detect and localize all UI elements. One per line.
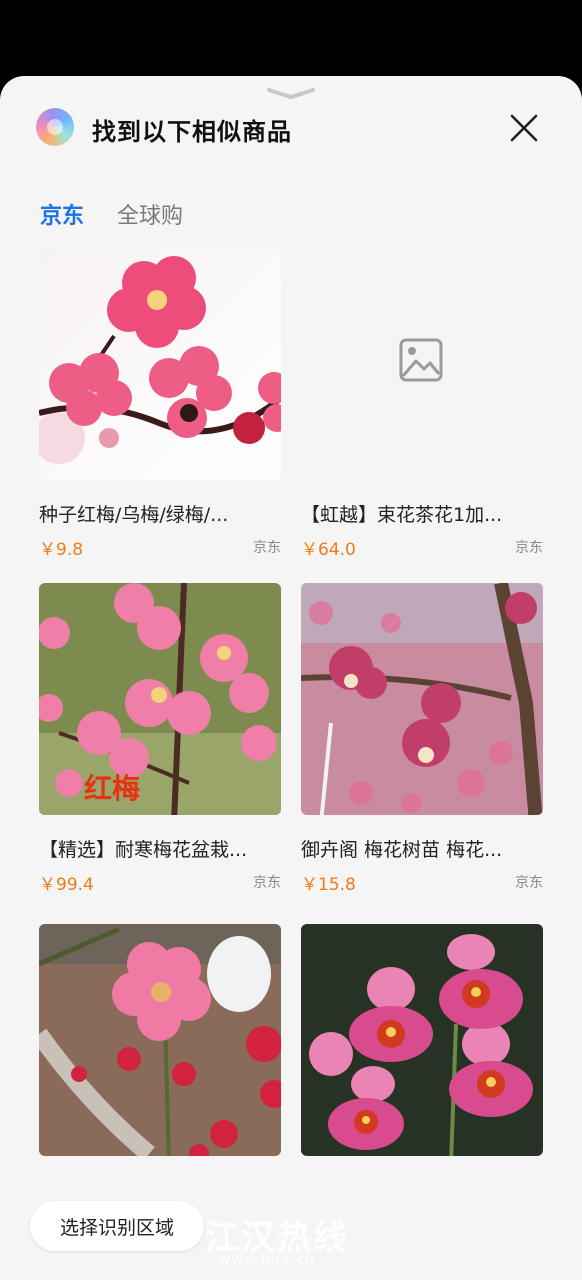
select-region-label: 选择识别区域 [59, 1217, 174, 1239]
product-image[interactable] [301, 248, 543, 480]
product-price: ￥64.0 [301, 540, 356, 560]
product-price: ￥99.4 [39, 875, 94, 895]
collapse-handle-icon[interactable] [266, 86, 316, 100]
product-image[interactable] [301, 583, 543, 815]
tab-jd[interactable]: 京东 [40, 198, 84, 230]
product-name[interactable]: 【虹越】束花茶花1加... [301, 500, 543, 527]
product-image[interactable]: 红梅 [39, 583, 281, 815]
product-card[interactable] [301, 924, 543, 1156]
page-title: 找到以下相似商品 [92, 118, 292, 146]
product-card[interactable]: 御卉阁 梅花树苗 梅花... ￥15.8 京东 [301, 583, 543, 895]
product-store: 京东 [515, 875, 543, 891]
product-store: 京东 [515, 540, 543, 556]
product-card[interactable]: 种子红梅/乌梅/绿梅/... ￥9.8 京东 [39, 248, 281, 560]
select-region-button[interactable]: 选择识别区域 [30, 1201, 204, 1251]
visual-search-logo-icon [36, 108, 74, 146]
tab-global[interactable]: 全球购 [117, 198, 183, 230]
results-sheet: 找到以下相似商品 京东 全球购 种子红梅/乌梅/绿梅/... ￥9.8 京东 【… [0, 76, 582, 1280]
close-icon[interactable] [506, 110, 542, 146]
store-tabs: 京东 全球购 [0, 198, 582, 234]
product-store: 京东 [253, 875, 281, 891]
product-card[interactable]: 【虹越】束花茶花1加... ￥64.0 京东 [301, 248, 543, 560]
header: 找到以下相似商品 [0, 106, 582, 156]
product-store: 京东 [253, 540, 281, 556]
product-image[interactable] [39, 248, 281, 480]
product-name[interactable]: 御卉阁 梅花树苗 梅花... [301, 835, 543, 862]
product-image[interactable] [39, 924, 281, 1156]
product-name[interactable]: 【精选】耐寒梅花盆栽... [39, 835, 281, 862]
product-name[interactable]: 种子红梅/乌梅/绿梅/... [39, 500, 281, 527]
watermark: 江汉热线 www.jhrx.cn [205, 1210, 385, 1270]
product-image[interactable] [301, 924, 543, 1156]
watermark-url: www.jhrx.cn [219, 1252, 315, 1268]
product-card[interactable] [39, 924, 281, 1156]
product-price: ￥9.8 [39, 540, 84, 560]
product-card[interactable]: 红梅 【精选】耐寒梅花盆栽... ￥99.4 京东 [39, 583, 281, 895]
product-price: ￥15.8 [301, 875, 356, 895]
red-plum-label: 红梅 [84, 772, 140, 805]
